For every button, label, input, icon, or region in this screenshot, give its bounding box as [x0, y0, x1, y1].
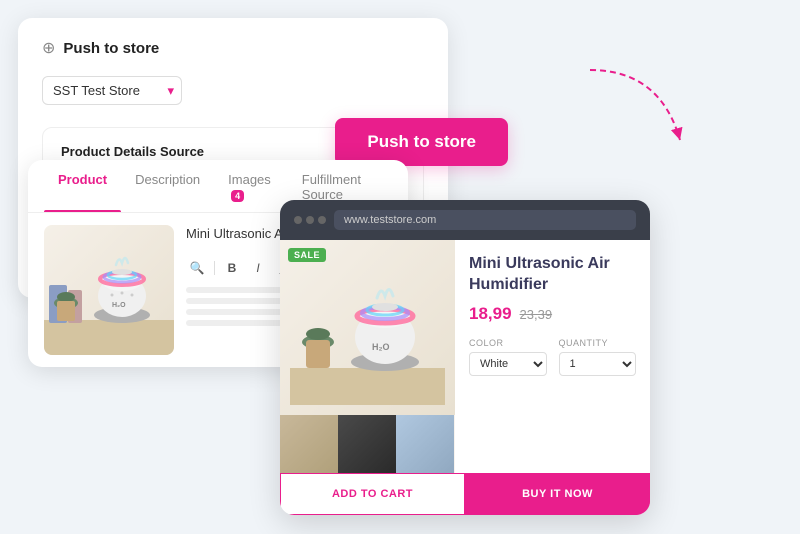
- thumbnail-2[interactable]: [338, 415, 396, 473]
- store-price: 18,99: [469, 304, 512, 324]
- browser-dot-2: [306, 216, 314, 224]
- color-select[interactable]: White: [469, 352, 547, 376]
- store-product-images: SALE: [280, 240, 455, 473]
- store-price-row: 18,99 23,39: [469, 304, 636, 324]
- store-select-row: SST Test Store: [42, 76, 424, 105]
- browser-dot-1: [294, 216, 302, 224]
- globe-icon: ⊕: [42, 38, 55, 58]
- store-humidifier-svg: H₂O: [290, 250, 445, 405]
- browser-dot-3: [318, 216, 326, 224]
- product-image: H₂O: [44, 225, 174, 355]
- bold-button[interactable]: B: [221, 257, 243, 279]
- tab-product[interactable]: Product: [44, 160, 121, 212]
- store-select[interactable]: SST Test Store: [42, 76, 182, 105]
- store-attr-row: COLOR White QUANTITY 1 2 3: [469, 338, 636, 376]
- store-browser-panel: www.teststore.com SALE: [280, 200, 650, 515]
- quantity-select[interactable]: 1 2 3: [559, 352, 637, 376]
- push-to-store-button[interactable]: Push to store: [335, 118, 508, 166]
- browser-bar: www.teststore.com: [280, 200, 650, 240]
- store-buttons: ADD TO CART BUY IT NOW: [280, 473, 650, 515]
- tab-images[interactable]: Images 4: [214, 160, 288, 212]
- store-product-body: SALE: [280, 240, 650, 473]
- toolbar-divider-1: [214, 261, 215, 275]
- add-to-cart-button[interactable]: ADD TO CART: [280, 473, 465, 515]
- store-product-title: Mini Ultrasonic Air Humidifier: [469, 254, 636, 296]
- store-attr-quantity: QUANTITY 1 2 3: [559, 338, 637, 376]
- panel-header: ⊕ Push to store: [42, 38, 424, 58]
- browser-url: www.teststore.com: [334, 210, 636, 230]
- tab-description[interactable]: Description: [121, 160, 214, 212]
- svg-text:H₂O: H₂O: [372, 342, 390, 352]
- main-product-image: SALE: [280, 240, 455, 415]
- thumbnail-row: [280, 415, 455, 473]
- buy-now-button[interactable]: BUY IT NOW: [465, 473, 650, 515]
- images-badge: 4: [231, 190, 244, 202]
- thumbnail-3[interactable]: [396, 415, 454, 473]
- store-price-original: 23,39: [520, 307, 553, 322]
- format-search-button[interactable]: 🔍: [186, 257, 208, 279]
- browser-dots: [294, 216, 326, 224]
- store-select-wrap[interactable]: SST Test Store: [42, 76, 182, 105]
- sale-badge: SALE: [288, 248, 326, 262]
- panel-title: Push to store: [63, 40, 159, 57]
- quantity-label: QUANTITY: [559, 338, 637, 348]
- thumbnail-1[interactable]: [280, 415, 338, 473]
- color-label: COLOR: [469, 338, 547, 348]
- humidifier-svg: H₂O: [44, 225, 174, 355]
- store-product-details: Mini Ultrasonic Air Humidifier 18,99 23,…: [455, 240, 650, 473]
- dashed-arrow: [580, 60, 700, 160]
- store-attr-color: COLOR White: [469, 338, 547, 376]
- italic-button[interactable]: I: [247, 257, 269, 279]
- svg-text:H₂O: H₂O: [112, 302, 126, 309]
